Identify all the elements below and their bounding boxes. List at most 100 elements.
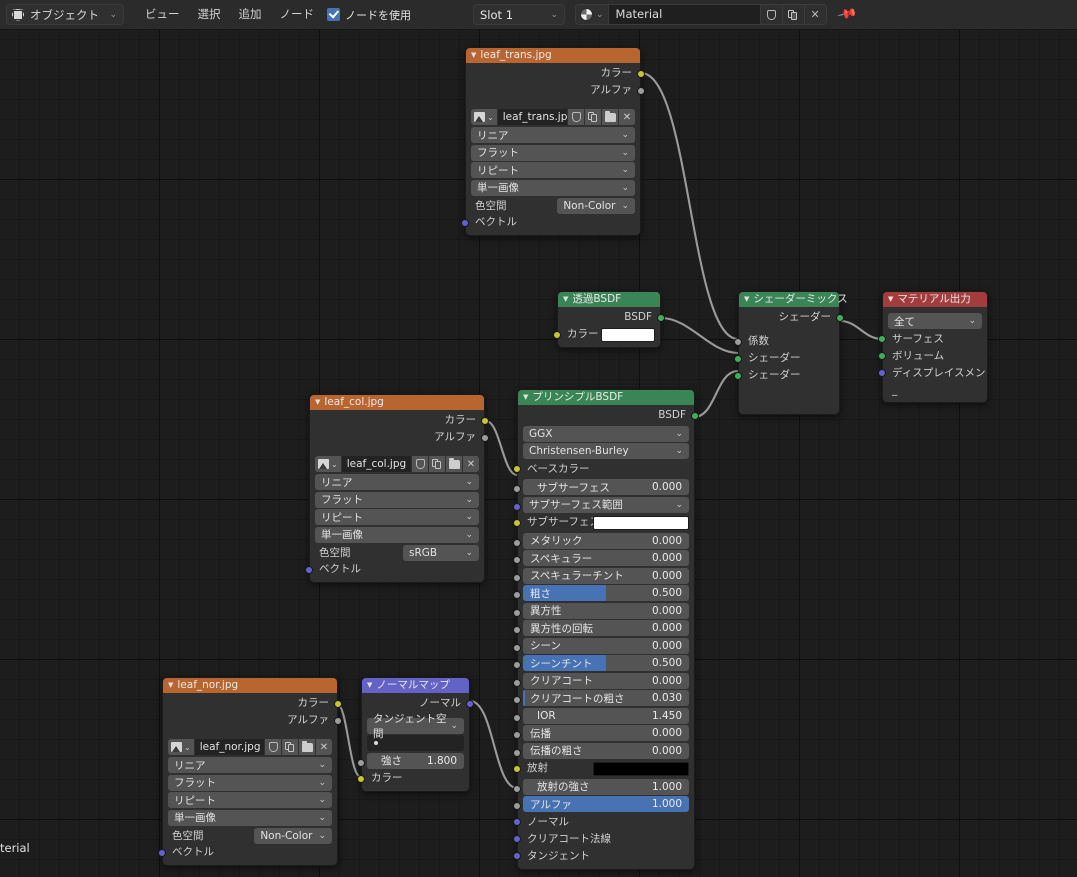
socket-volume-in[interactable] [878, 352, 886, 360]
field-metallic[interactable]: メタリック 0.000 [523, 532, 689, 549]
socket-subsurface-radius-in[interactable] [513, 502, 521, 511]
material-slot-selector[interactable]: Slot 1 ⌄ [473, 4, 565, 25]
space-dropdown[interactable]: タンジェント空間 ⌄ [367, 713, 464, 740]
node-header[interactable]: ▼ leaf_trans.jpg [466, 48, 640, 63]
socket-sheen-tint-in[interactable] [513, 661, 521, 669]
node-leaf-col-texture[interactable]: ▼ leaf_col.jpg カラー アルファ ⌄ leaf_col.jpg ✕… [305, 394, 489, 583]
field-specular[interactable]: スペキュラー 0.000 [523, 550, 689, 566]
interpolation-dropdown[interactable]: リニア ⌄ [168, 757, 332, 773]
image-name-field[interactable]: leaf_col.jpg [341, 456, 411, 472]
socket-sheen-in[interactable] [513, 643, 521, 652]
collapse-triangle-icon[interactable]: ▼ [563, 296, 568, 303]
socket-alpha-out[interactable] [637, 86, 645, 95]
close-icon[interactable]: ✕ [804, 4, 827, 25]
subsurface-radius-dropdown[interactable]: サブサーフェス範囲 ⌄ [523, 496, 689, 513]
socket-transmission-roughness-in[interactable] [513, 748, 521, 757]
node-header[interactable]: ▼ シェーダーミックス [739, 292, 848, 307]
distribution-dropdown[interactable]: GGX ⌄ [523, 425, 689, 442]
field-anisotropic[interactable]: 異方性 0.000 [523, 602, 689, 619]
field-sheen-tint[interactable]: シーンチント 0.500 [523, 655, 689, 671]
node-header[interactable]: ▼ leaf_nor.jpg [163, 678, 337, 693]
output-normal[interactable]: ノーマル [362, 695, 474, 712]
node-leaf-trans-texture[interactable]: ▼ leaf_trans.jpg カラー アルファ ⌄ leaf_trans.j… [461, 47, 645, 236]
copy-icon[interactable] [282, 739, 298, 755]
menu-view[interactable]: ビュー [136, 4, 189, 25]
node-canvas[interactable]: ▼ leaf_trans.jpg カラー アルファ ⌄ leaf_trans.j… [0, 30, 1077, 877]
output-color[interactable]: カラー [466, 65, 645, 82]
projection-dropdown[interactable]: フラット ⌄ [168, 774, 332, 791]
shield-icon[interactable] [568, 109, 584, 125]
socket-bsdf-out[interactable] [657, 313, 665, 322]
socket-factor-in[interactable] [734, 337, 742, 346]
socket-subsurface-in[interactable] [513, 485, 521, 493]
input-color[interactable]: カラー [553, 326, 660, 343]
input-vector[interactable]: ベクトル [158, 844, 337, 861]
node-header[interactable]: ▼ マテリアル出力 [883, 292, 987, 307]
field-emission-strength[interactable]: 放射の強さ 1.000 [523, 778, 689, 795]
projection-dropdown[interactable]: フラット ⌄ [315, 491, 479, 508]
socket-shader-in-2[interactable] [734, 371, 742, 380]
socket-vector-in[interactable] [305, 565, 313, 574]
close-icon[interactable]: ✕ [316, 739, 332, 755]
shield-icon[interactable] [760, 4, 783, 25]
field-alpha[interactable]: アルファ 1.000 [523, 796, 689, 812]
socket-emission-in[interactable] [513, 764, 521, 773]
color-swatch[interactable] [601, 327, 655, 342]
menu-select[interactable]: 選択 [189, 4, 230, 25]
input-vector[interactable]: ベクトル [305, 561, 484, 578]
folder-icon[interactable] [602, 109, 618, 125]
node-transparent-bsdf[interactable]: ▼ 透過BSDF BSDF カラー [553, 291, 665, 348]
colorspace-dropdown[interactable]: Non-Color ⌄ [557, 197, 635, 214]
image-name-field[interactable]: leaf_nor.jpg [194, 739, 264, 755]
input-factor[interactable]: 係数 [734, 333, 839, 350]
socket-vector-in[interactable] [461, 218, 469, 227]
extension-dropdown[interactable]: リピート ⌄ [315, 509, 479, 525]
node-material-output[interactable]: ▼ マテリアル出力 全て ⌄ サーフェス ボリューム ディスプレイスメン_ [878, 291, 988, 403]
projection-dropdown[interactable]: フラット ⌄ [471, 144, 635, 161]
output-alpha[interactable]: アルファ [466, 82, 645, 99]
socket-subsurface-color-in[interactable] [513, 518, 521, 527]
close-icon[interactable]: ✕ [619, 109, 635, 125]
output-alpha[interactable]: アルファ [310, 429, 489, 446]
socket-color-in[interactable] [357, 774, 365, 783]
image-browse-button[interactable]: ⌄ [168, 739, 194, 755]
socket-clearcoat-roughness-in[interactable] [513, 696, 521, 704]
socket-anisotropic-rotation-in[interactable] [513, 626, 521, 634]
extension-dropdown[interactable]: リピート ⌄ [168, 792, 332, 808]
socket-vector-in[interactable] [158, 848, 166, 857]
input-color[interactable]: カラー [357, 770, 469, 787]
copy-icon[interactable] [782, 4, 805, 25]
socket-emission-strength-in[interactable] [513, 784, 521, 793]
copy-icon[interactable] [429, 456, 445, 472]
input-surface[interactable]: サーフェス [878, 331, 987, 348]
menu-add[interactable]: 追加 [230, 4, 271, 25]
socket-normal-out[interactable] [466, 699, 474, 708]
node-header[interactable]: ▼ leaf_col.jpg [310, 395, 484, 410]
copy-icon[interactable] [585, 109, 601, 125]
menu-node[interactable]: ノード [271, 4, 324, 25]
field-roughness[interactable]: 粗さ 0.500 [523, 585, 689, 601]
socket-clearcoat-in[interactable] [513, 678, 521, 687]
socket-alpha-out[interactable] [334, 716, 342, 725]
node-leaf-nor-texture[interactable]: ▼ leaf_nor.jpg カラー アルファ ⌄ leaf_nor.jpg ✕… [158, 677, 342, 866]
shield-icon[interactable] [412, 456, 428, 472]
output-alpha[interactable]: アルファ [163, 712, 342, 729]
source-dropdown[interactable]: 単一画像 ⌄ [315, 526, 479, 543]
field-ior[interactable]: IOR 1.450 [523, 707, 689, 724]
interpolation-dropdown[interactable]: リニア ⌄ [471, 127, 635, 143]
shield-icon[interactable] [265, 739, 281, 755]
socket-clearcoat-normal-in[interactable] [513, 835, 521, 843]
collapse-triangle-icon[interactable]: ▼ [367, 682, 372, 689]
output-shader[interactable]: シェーダー [739, 309, 844, 326]
folder-icon[interactable] [299, 739, 315, 755]
input-normal[interactable]: ノーマル [513, 814, 694, 831]
socket-roughness-in[interactable] [513, 591, 521, 599]
extension-dropdown[interactable]: リピート ⌄ [471, 162, 635, 178]
collapse-triangle-icon[interactable]: ▼ [523, 394, 528, 401]
socket-color-out[interactable] [637, 69, 645, 78]
interpolation-dropdown[interactable]: リニア ⌄ [315, 474, 479, 490]
field-specular-tint[interactable]: スペキュラーチント 0.000 [523, 567, 689, 584]
socket-normal-in[interactable] [513, 818, 521, 826]
socket-base-color-in[interactable] [513, 465, 521, 473]
input-vector[interactable]: ベクトル [461, 214, 640, 231]
